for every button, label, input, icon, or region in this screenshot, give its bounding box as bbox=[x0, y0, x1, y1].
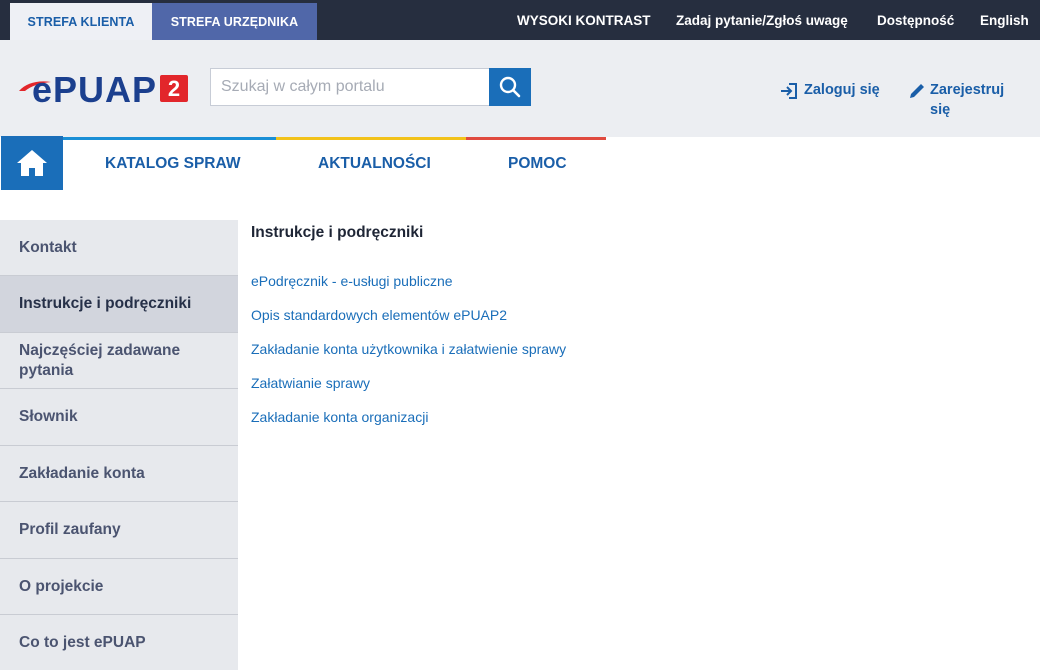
home-button[interactable] bbox=[1, 136, 63, 190]
register-label: Zarejestruj się bbox=[930, 82, 1005, 118]
nav-news[interactable]: AKTUALNOŚCI bbox=[318, 155, 431, 173]
sidebar-item-about-project[interactable]: O projekcie bbox=[0, 559, 238, 615]
nav-stripe-blue bbox=[63, 137, 276, 140]
accessibility-link[interactable]: Dostępność bbox=[877, 0, 954, 40]
login-link[interactable]: Zaloguj się bbox=[780, 80, 880, 100]
tab-client-zone[interactable]: STREFA KLIENTA bbox=[10, 3, 152, 40]
nav-catalog[interactable]: KATALOG SPRAW bbox=[105, 155, 240, 173]
doc-link-standard-elements[interactable]: Opis standardowych elementów ePUAP2 bbox=[251, 307, 507, 323]
nav-stripe-red bbox=[466, 137, 606, 140]
sidebar: Kontakt Instrukcje i podręczniki Najczęś… bbox=[0, 220, 238, 670]
sidebar-item-trusted-profile[interactable]: Profil zaufany bbox=[0, 502, 238, 559]
doc-link-organization-account[interactable]: Zakładanie konta organizacji bbox=[251, 409, 428, 425]
sidebar-item-glossary[interactable]: Słownik bbox=[0, 389, 238, 446]
tab-official-zone[interactable]: STREFA URZĘDNIKA bbox=[152, 3, 317, 40]
sidebar-item-faq[interactable]: Najczęściej zadawane pytania bbox=[0, 333, 238, 389]
language-link[interactable]: English bbox=[980, 0, 1029, 40]
sidebar-item-create-account[interactable]: Zakładanie konta bbox=[0, 446, 238, 502]
epuap-logo[interactable]: ePUAP 2 bbox=[18, 69, 190, 110]
header: ePUAP 2 Zaloguj się Zarejestruj się bbox=[0, 40, 1040, 137]
doc-link-handling-case[interactable]: Załatwianie sprawy bbox=[251, 375, 370, 391]
login-label: Zaloguj się bbox=[804, 82, 880, 98]
home-icon bbox=[17, 150, 47, 176]
logo-text: ePUAP bbox=[32, 69, 158, 110]
doc-link-epodrecznik[interactable]: ePodręcznik - e-usługi publiczne bbox=[251, 273, 453, 289]
nav-help[interactable]: POMOC bbox=[508, 155, 567, 173]
search-icon bbox=[499, 76, 521, 98]
ask-question-link[interactable]: Zadaj pytanie/Zgłoś uwagę bbox=[676, 0, 848, 40]
page-title: Instrukcje i podręczniki bbox=[251, 224, 424, 241]
top-bar: STREFA KLIENTA STREFA URZĘDNIKA WYSOKI K… bbox=[0, 0, 1040, 40]
sidebar-item-contact[interactable]: Kontakt bbox=[0, 220, 238, 276]
register-link[interactable]: Zarejestruj się bbox=[908, 80, 1018, 120]
search-input[interactable] bbox=[210, 68, 490, 106]
doc-link-create-account-and-case[interactable]: Zakładanie konta użytkownika i załatwien… bbox=[251, 341, 566, 357]
high-contrast-link[interactable]: WYSOKI KONTRAST bbox=[517, 0, 651, 40]
nav-stripe-yellow bbox=[276, 137, 466, 140]
login-icon bbox=[781, 83, 797, 99]
logo-badge: 2 bbox=[160, 75, 188, 102]
search-button[interactable] bbox=[489, 68, 531, 106]
sidebar-item-what-is-epuap[interactable]: Co to jest ePUAP bbox=[0, 615, 238, 670]
pencil-icon bbox=[910, 84, 924, 98]
sidebar-item-manuals[interactable]: Instrukcje i podręczniki bbox=[0, 276, 238, 333]
